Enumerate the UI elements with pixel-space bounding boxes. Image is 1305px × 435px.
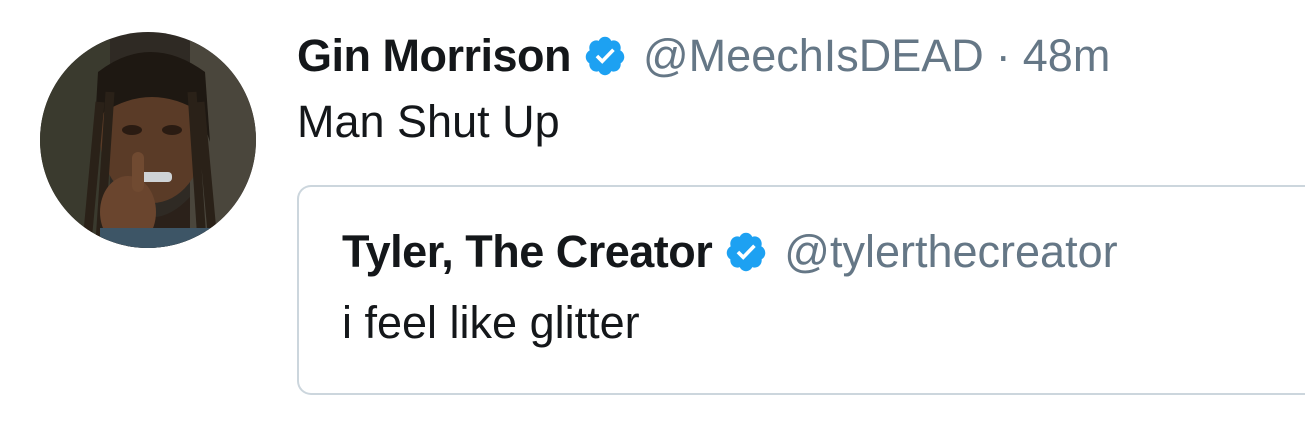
handle[interactable]: @MeechIsDEAD (643, 30, 984, 82)
quoted-tweet-header: Tyler, The Creator @tylerthecreator (342, 223, 1118, 281)
avatar[interactable] (40, 32, 256, 248)
quoted-tweet-text: i feel like glitter (342, 297, 640, 348)
separator-dot: · (995, 30, 1011, 81)
avatar-photo-icon (40, 32, 256, 248)
display-name[interactable]: Gin Morrison (297, 30, 572, 82)
verified-badge-icon (724, 230, 768, 274)
quoted-handle: @tylerthecreator (784, 226, 1118, 277)
tweet-text: Man Shut Up (297, 96, 560, 147)
tweet[interactable]: Gin Morrison @MeechIsDEAD · 48m Man Shut… (0, 0, 1305, 435)
verified-badge-icon (583, 34, 627, 78)
timestamp[interactable]: 48m (1023, 30, 1111, 82)
quoted-tweet[interactable]: Tyler, The Creator @tylerthecreator i fe… (297, 185, 1305, 395)
quoted-display-name: Tyler, The Creator (342, 226, 713, 277)
tweet-header: Gin Morrison @MeechIsDEAD · 48m (297, 26, 1110, 86)
